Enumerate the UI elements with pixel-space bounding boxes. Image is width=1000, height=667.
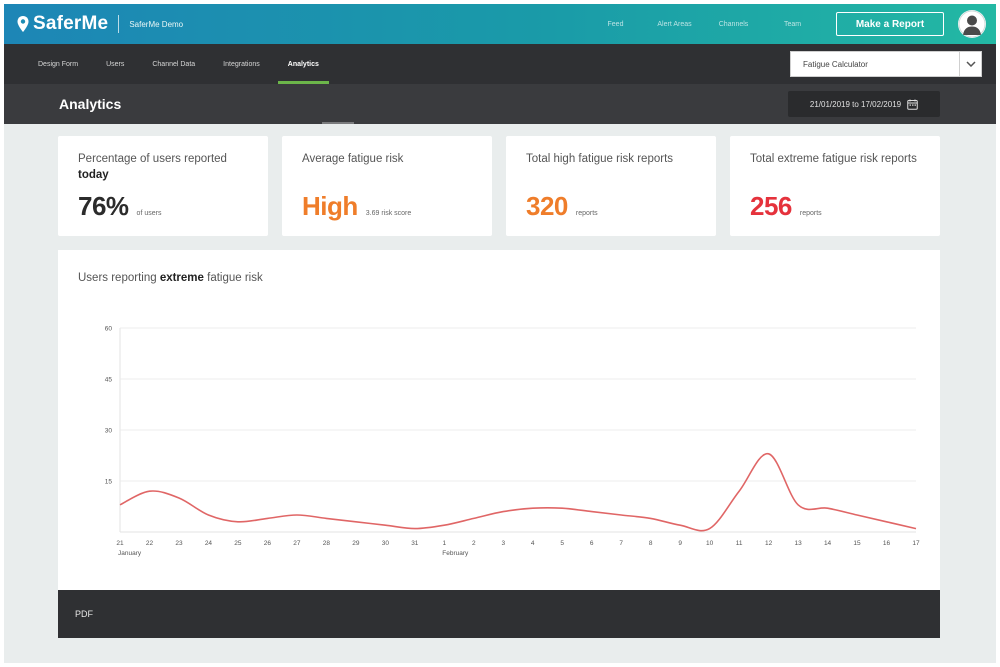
- top-link-feed[interactable]: Feed: [586, 21, 645, 28]
- fatigue-line-chart: 1530456021 22 23 24 25 26 27 28 29 30 31 1 2 3 4 5 6 7 8 9 1…: [105, 326, 920, 558]
- x-tick-label: 12: [765, 540, 773, 547]
- tab-users[interactable]: Users: [92, 44, 138, 84]
- stat-card-users-today: Percentage of users reported today 76% o…: [58, 136, 268, 236]
- x-tick-label: 26: [264, 540, 272, 547]
- x-tick-label: 27: [293, 540, 301, 547]
- x-tick-label: 21: [116, 540, 124, 547]
- x-tick-label: 25: [234, 540, 242, 547]
- x-tick-label: 13: [794, 540, 802, 547]
- x-tick-label: 6: [590, 540, 594, 547]
- x-tick-label: 22: [146, 540, 154, 547]
- page-title-bar: Analytics 21/01/2019 to 17/02/2019: [4, 84, 996, 124]
- top-link-alert-areas[interactable]: Alert Areas: [645, 21, 704, 28]
- stat-unit: reports: [575, 210, 598, 217]
- stat-label-text: Average fatigue risk: [302, 153, 404, 165]
- stat-metric: 256 reports: [750, 191, 822, 222]
- stat-card-label: Percentage of users reported today: [78, 151, 258, 183]
- x-tick-label: 23: [175, 540, 183, 547]
- stat-label-text: Total high fatigue risk reports: [526, 153, 674, 165]
- make-report-button[interactable]: Make a Report: [836, 12, 944, 36]
- tab-design-form[interactable]: Design Form: [24, 44, 92, 84]
- stat-unit: 3.69 risk score: [365, 210, 412, 217]
- top-header: SaferMe SaferMe Demo Feed Alert Areas Ch…: [4, 4, 996, 44]
- x-tick-label: 8: [649, 540, 653, 547]
- page-title: Analytics: [59, 96, 122, 112]
- stat-metric: High 3.69 risk score: [302, 191, 411, 222]
- stat-label-emphasis: today: [78, 169, 109, 181]
- top-link-team[interactable]: Team: [763, 21, 822, 28]
- location-pin-icon: [17, 16, 29, 32]
- x-tick-label: 15: [853, 540, 861, 547]
- stat-label-text: Percentage of users reported: [78, 153, 227, 165]
- saferme-logo[interactable]: SaferMe: [16, 13, 108, 35]
- series-line: [119, 452, 917, 532]
- calculator-select[interactable]: Fatigue Calculator: [790, 51, 982, 77]
- x-month-label: January: [118, 550, 142, 557]
- tab-analytics[interactable]: Analytics: [274, 44, 333, 84]
- calculator-select-value: Fatigue Calculator: [803, 59, 868, 69]
- stat-card-label: Average fatigue risk: [302, 151, 482, 167]
- analytics-content: Percentage of users reported today 76% o…: [4, 124, 996, 663]
- stat-metric: 76% of users: [78, 191, 161, 222]
- calendar-icon: [907, 99, 918, 110]
- tab-channel-data[interactable]: Channel Data: [138, 44, 209, 84]
- x-tick-label: 24: [205, 540, 213, 547]
- user-avatar[interactable]: [958, 10, 986, 38]
- stat-card-average-risk: Average fatigue risk High 3.69 risk scor…: [282, 136, 492, 236]
- brand-name: SaferMe: [33, 13, 109, 34]
- app-root: SaferMe SaferMe Demo Feed Alert Areas Ch…: [0, 0, 1000, 667]
- stat-card-extreme-risk-reports: Total extreme fatigue risk reports 256 r…: [730, 136, 940, 236]
- chevron-down-icon[interactable]: [959, 52, 981, 76]
- stat-card-label: Total extreme fatigue risk reports: [750, 151, 930, 167]
- y-tick-label: 45: [105, 377, 113, 384]
- extreme-fatigue-chart-card: Users reporting extreme fatigue risk 15 3…: [58, 250, 940, 590]
- stat-label-text: Total extreme fatigue risk reports: [750, 153, 917, 165]
- x-tick-label: 7: [619, 540, 623, 547]
- stat-metric: 320 reports: [526, 191, 598, 222]
- y-tick-label: 30: [105, 428, 113, 435]
- x-tick-label: 4: [531, 540, 535, 547]
- x-tick-label: 31: [411, 540, 419, 547]
- x-tick-label: 5: [560, 540, 564, 547]
- date-range-picker[interactable]: 21/01/2019 to 17/02/2019: [788, 91, 940, 117]
- header-divider: [118, 15, 120, 33]
- stat-unit: of users: [136, 210, 162, 217]
- stat-unit: reports: [799, 210, 822, 217]
- x-tick-label: 16: [883, 540, 891, 547]
- org-name[interactable]: SaferMe Demo: [129, 20, 183, 29]
- subnav-tabs: Design Form Users Channel Data Integrati…: [24, 44, 333, 84]
- secondary-nav: Design Form Users Channel Data Integrati…: [4, 44, 996, 84]
- x-tick-label: 2: [472, 540, 476, 547]
- x-month-label: February: [442, 550, 469, 557]
- date-range-text: 21/01/2019 to 17/02/2019: [809, 99, 902, 109]
- x-tick-label: 9: [678, 540, 682, 547]
- x-tick-label: 1: [442, 540, 446, 547]
- stat-value: 76%: [78, 191, 129, 221]
- x-tick-label: 14: [824, 540, 832, 547]
- x-tick-label: 28: [323, 540, 331, 547]
- stat-value: 256: [750, 191, 792, 221]
- pdf-export-bar[interactable]: PDF: [58, 590, 940, 638]
- tab-integrations[interactable]: Integrations: [209, 44, 274, 84]
- y-tick-label: 60: [105, 326, 113, 333]
- stat-card-label: Total high fatigue risk reports: [526, 151, 706, 167]
- top-nav-links: Feed Alert Areas Channels Team: [586, 21, 822, 28]
- stat-value: 320: [526, 191, 568, 221]
- stat-card-high-risk-reports: Total high fatigue risk reports 320 repo…: [506, 136, 716, 236]
- x-tick-label: 11: [736, 540, 743, 547]
- pdf-export-label[interactable]: PDF: [75, 609, 93, 619]
- x-tick-label: 17: [912, 540, 920, 547]
- x-tick-label: 29: [352, 540, 360, 547]
- x-tick-label: 3: [501, 540, 505, 547]
- x-tick-label: 30: [382, 540, 390, 547]
- user-silhouette-icon: [958, 10, 986, 38]
- top-link-channels[interactable]: Channels: [704, 21, 763, 28]
- x-tick-label: 10: [706, 540, 714, 547]
- y-tick-label: 15: [105, 479, 113, 486]
- stat-value: High: [302, 191, 358, 221]
